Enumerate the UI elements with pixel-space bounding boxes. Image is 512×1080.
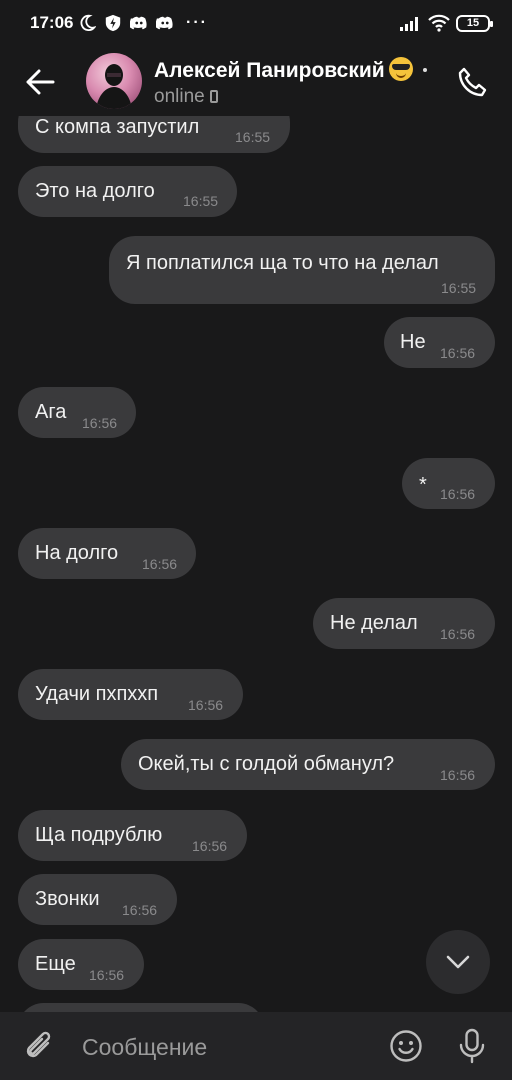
- message-text: Удачи пхпхxп: [35, 683, 159, 705]
- message-list[interactable]: С компа запустил 16:55 Это на долго 16:5…: [0, 116, 512, 1012]
- message-text: *: [419, 474, 427, 496]
- message-incoming[interactable]: Ща подрублю 16:56: [18, 810, 247, 861]
- message-incoming[interactable]: С компа запустил 16:55: [18, 116, 290, 153]
- call-button[interactable]: [450, 60, 494, 104]
- sunglasses-emoji-icon: [388, 57, 413, 81]
- message-outgoing[interactable]: Не 16:56: [384, 317, 495, 368]
- message-text: Ща подрублю: [35, 824, 163, 846]
- message-time: 16:56: [142, 556, 178, 572]
- message-time: 16:56: [440, 486, 476, 502]
- message-text: Не делал: [330, 612, 418, 634]
- message-time: 16:55: [235, 129, 271, 145]
- status-system-icons: 15: [400, 14, 493, 32]
- battery-level: 15: [466, 17, 480, 29]
- chevron-down-icon: [446, 955, 470, 969]
- message-time: 16:56: [188, 697, 224, 713]
- message-incoming[interactable]: Еще 16:56: [18, 939, 144, 990]
- message-text: Окей,ты с голдой обманул?: [138, 753, 395, 775]
- message-time: 16:55: [441, 280, 477, 296]
- message-incoming[interactable]: Удачи пхпхxп 16:56: [18, 669, 243, 720]
- message-text: С компа запустил: [35, 116, 200, 138]
- message-text: Звонки: [35, 888, 100, 910]
- battery-icon: 15: [456, 14, 493, 32]
- message-text: Я поплатился ща то что на делал: [126, 252, 439, 274]
- message-incoming[interactable]: Это на долго 16:55: [18, 166, 237, 217]
- message-text: На долго: [35, 542, 119, 564]
- smiley-icon: [390, 1030, 422, 1062]
- signal-icon: [400, 17, 418, 31]
- avatar-image: [96, 64, 132, 109]
- attach-button[interactable]: [16, 1024, 60, 1068]
- message-time: 16:56: [122, 902, 158, 918]
- message-text: Еще: [35, 953, 76, 975]
- contact-name-row[interactable]: Алексей Панировский: [154, 57, 427, 83]
- status-time: 17:06: [30, 13, 74, 32]
- avatar[interactable]: [86, 53, 142, 109]
- message-outgoing[interactable]: Окей,ты с голдой обманул? 16:56: [121, 739, 495, 790]
- scroll-down-button[interactable]: [426, 930, 490, 994]
- message-time: 16:56: [192, 838, 228, 854]
- moon-icon: [80, 14, 96, 32]
- message-incoming[interactable]: На долго 16:56: [18, 528, 196, 579]
- emoji-button[interactable]: [384, 1024, 428, 1068]
- microphone-icon: [459, 1028, 485, 1064]
- message-outgoing[interactable]: Не делал 16:56: [313, 598, 495, 649]
- message-time: 16:55: [183, 193, 219, 209]
- message-time: 16:56: [82, 415, 118, 431]
- chat-screen: 17:06 ··· 15 Алексей Панировский online …: [0, 0, 512, 1080]
- status-notifications: ···: [78, 14, 208, 32]
- dot-icon: [422, 68, 427, 72]
- message-incoming[interactable]: Ага 16:56: [18, 387, 136, 438]
- back-button[interactable]: [18, 60, 62, 104]
- shield-bolt-icon: [105, 14, 121, 32]
- contact-name: Алексей Панировский: [154, 59, 385, 82]
- message-input[interactable]: [82, 1032, 372, 1062]
- discord-icon: [130, 16, 147, 30]
- message-text: Это на долго: [35, 180, 155, 202]
- mobile-device-icon: [209, 90, 218, 103]
- message-composer: [0, 1012, 512, 1080]
- contact-status-row: online: [154, 86, 218, 108]
- message-time: 16:56: [440, 345, 476, 361]
- discord-icon-2: [156, 16, 173, 30]
- chat-header: Алексей Панировский online: [0, 48, 512, 116]
- phone-icon: [458, 67, 487, 97]
- message-incoming-partial[interactable]: [18, 1003, 264, 1012]
- message-text: Ага: [35, 401, 67, 423]
- message-time: 16:56: [89, 967, 125, 983]
- message-outgoing[interactable]: * 16:56: [402, 458, 495, 509]
- arrow-left-icon: [26, 69, 55, 95]
- more-notifications-icon: ···: [186, 14, 208, 31]
- message-incoming[interactable]: Звонки 16:56: [18, 874, 177, 925]
- message-time: 16:56: [440, 626, 476, 642]
- message-time: 16:56: [440, 767, 476, 783]
- wifi-icon: [428, 14, 450, 32]
- status-bar: 17:06 ··· 15: [0, 0, 512, 48]
- contact-status: online: [154, 86, 205, 107]
- message-outgoing[interactable]: Я поплатился ща то что на делал 16:55: [109, 236, 495, 304]
- message-text: Не: [400, 331, 426, 353]
- voice-message-button[interactable]: [450, 1024, 494, 1068]
- paperclip-icon: [26, 1031, 51, 1058]
